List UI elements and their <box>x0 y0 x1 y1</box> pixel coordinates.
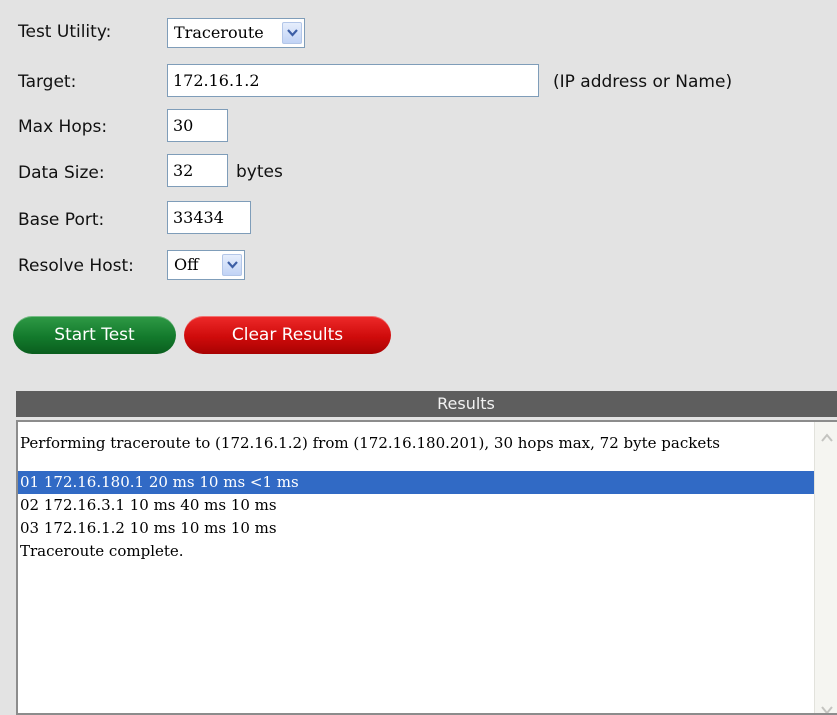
results-line: 02 172.16.3.1 10 ms 40 ms 10 ms <box>20 496 277 514</box>
results-content: Performing traceroute to (172.16.1.2) fr… <box>18 422 814 563</box>
chevron-down-icon[interactable] <box>282 22 302 44</box>
results-scrollbar[interactable] <box>814 422 837 713</box>
data-size-label: Data Size: <box>18 163 105 183</box>
clear-results-button[interactable]: Clear Results <box>184 316 391 354</box>
max-hops-input[interactable]: 30 <box>167 109 228 142</box>
target-label: Target: <box>18 72 77 92</box>
results-textarea[interactable]: Performing traceroute to (172.16.1.2) fr… <box>16 420 837 715</box>
base-port-input[interactable]: 33434 <box>167 201 251 234</box>
target-input[interactable]: 172.16.1.2 <box>167 64 539 97</box>
resolve-host-value: Off <box>174 255 199 274</box>
data-size-input[interactable]: 32 <box>167 154 228 187</box>
base-port-label: Base Port: <box>18 210 105 230</box>
results-line-blank <box>18 455 814 471</box>
target-hint: (IP address or Name) <box>553 72 733 92</box>
results-line: Traceroute complete. <box>20 542 184 560</box>
test-utility-select[interactable]: Traceroute <box>167 18 305 48</box>
results-line: Performing traceroute to (172.16.1.2) fr… <box>20 434 720 452</box>
scroll-down-arrow-icon[interactable] <box>817 700 837 713</box>
resolve-host-label: Resolve Host: <box>18 256 134 276</box>
data-size-unit: bytes <box>236 162 283 182</box>
scroll-up-arrow-icon[interactable] <box>817 428 837 448</box>
results-line-selected[interactable]: 01 172.16.180.1 20 ms 10 ms <1 ms <box>18 471 814 494</box>
start-test-button[interactable]: Start Test <box>13 316 176 354</box>
results-line: 03 172.16.1.2 10 ms 10 ms 10 ms <box>20 519 277 537</box>
results-header: Results <box>16 391 837 417</box>
resolve-host-select[interactable]: Off <box>167 250 245 280</box>
results-title: Results <box>437 394 495 413</box>
chevron-down-icon[interactable] <box>222 254 242 276</box>
test-utility-label: Test Utility: <box>18 22 112 42</box>
test-utility-value: Traceroute <box>174 23 264 42</box>
max-hops-label: Max Hops: <box>18 117 108 137</box>
